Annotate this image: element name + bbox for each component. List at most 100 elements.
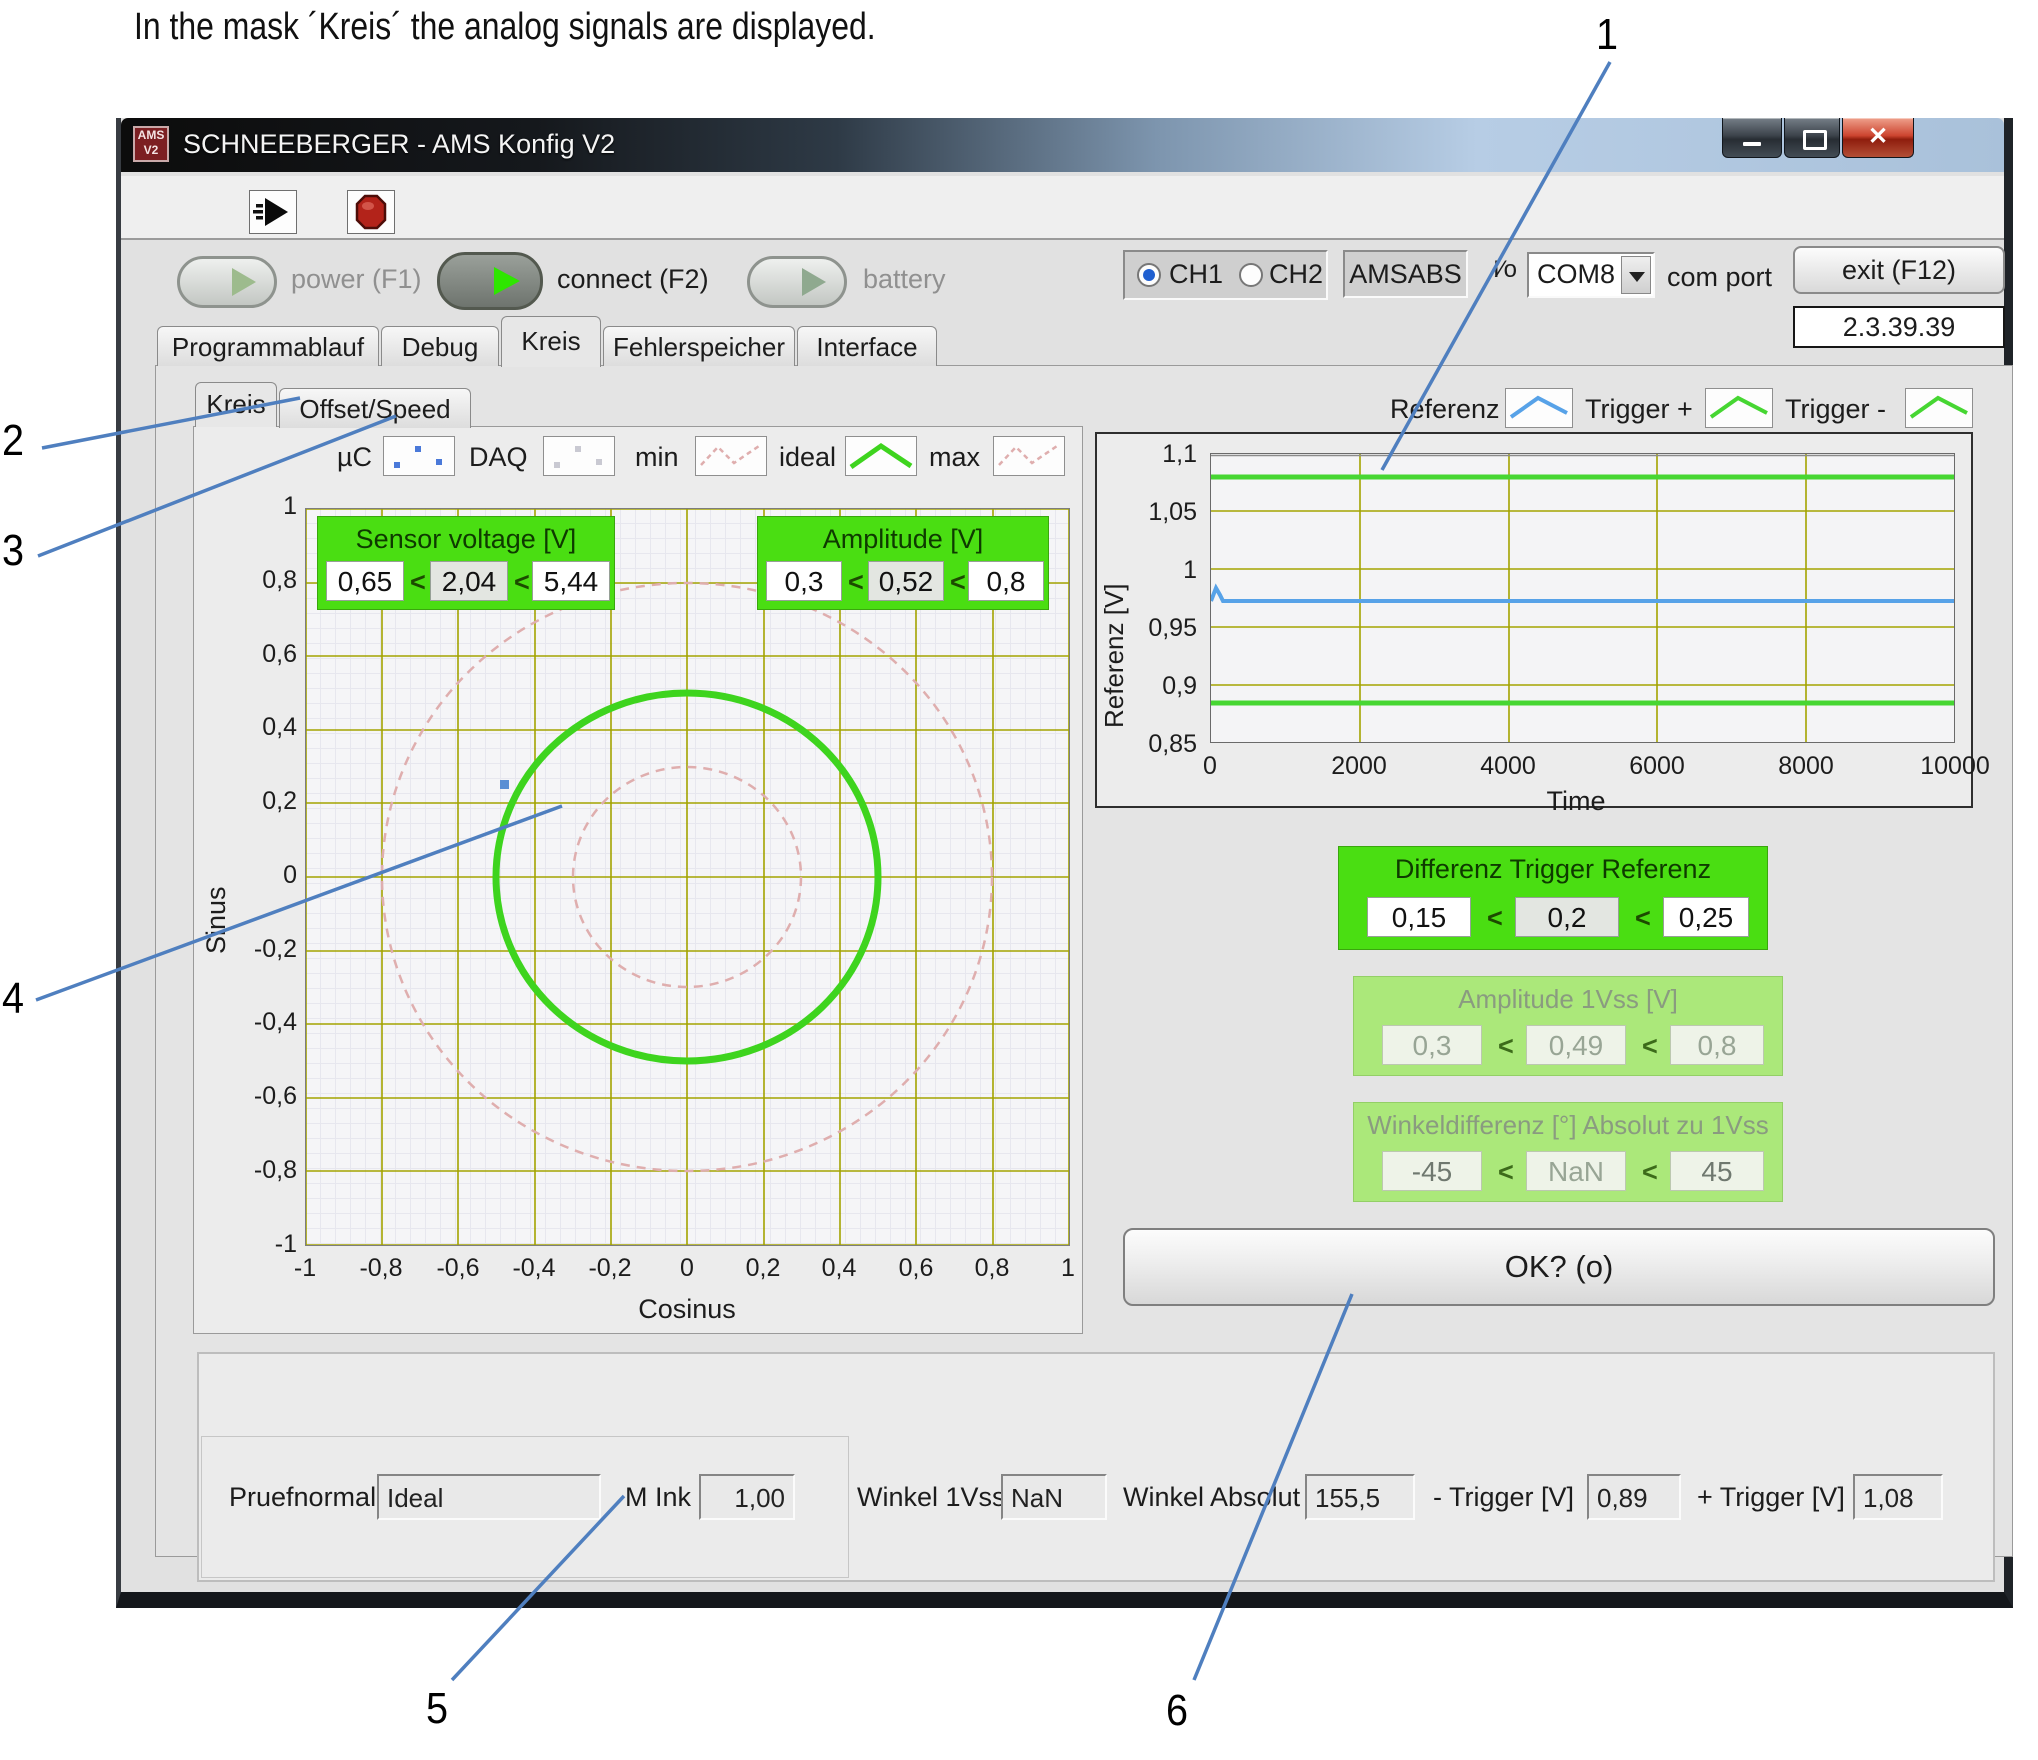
channel-radio-group: CH1 CH2	[1123, 250, 1328, 300]
lt-symbol: <	[1642, 1031, 1658, 1062]
close-button[interactable]: ✕	[1842, 118, 1914, 158]
sensor-voltage-min[interactable]: 0,65	[326, 561, 404, 601]
tab-fehlerspeicher[interactable]: Fehlerspeicher	[603, 326, 795, 366]
legend-daq-icon[interactable]	[543, 436, 615, 476]
device-display: AMSABS	[1343, 250, 1468, 298]
winkeldifferenz-min: -45	[1382, 1151, 1482, 1191]
ref-plot-svg	[1211, 454, 1954, 742]
sensor-voltage-value: 2,04	[430, 561, 508, 601]
ref-xtick: 8000	[1756, 752, 1856, 781]
legend-trigger-minus-label: Trigger -	[1785, 394, 1886, 425]
diff-trigger-max[interactable]: 0,25	[1663, 897, 1749, 937]
com-port-select[interactable]: COM8	[1527, 252, 1655, 298]
lt-symbol: <	[1487, 903, 1503, 934]
legend-max-label: max	[929, 442, 980, 473]
ref-xtick: 10000	[1905, 752, 2005, 781]
amplitude-max[interactable]: 0,8	[968, 561, 1044, 601]
radio-ch1-dot	[1143, 269, 1155, 281]
xy-ytick: -0,4	[237, 1008, 297, 1037]
com-port-value: COM8	[1529, 259, 1623, 290]
diff-trigger-title: Differenz Trigger Referenz	[1339, 854, 1767, 885]
xy-xtick: -0,6	[418, 1254, 498, 1283]
power-label: power (F1)	[291, 264, 422, 295]
xy-xtick: 0,8	[952, 1254, 1032, 1283]
xy-xtick: 0,2	[723, 1254, 803, 1283]
stop-icon	[348, 191, 394, 233]
tab-interface[interactable]: Interface	[797, 326, 937, 366]
callout-number-2: 2	[2, 416, 24, 466]
amplitude-1vss-max: 0,8	[1670, 1025, 1764, 1065]
legend-daq-label: DAQ	[469, 442, 528, 473]
uc-point	[500, 780, 509, 789]
winkeldifferenz-value: NaN	[1526, 1151, 1626, 1191]
legend-max-icon[interactable]	[993, 436, 1065, 476]
winkel-absolut-label: Winkel Absolut	[1123, 1482, 1300, 1513]
subtab-offset-speed[interactable]: Offset/Speed	[279, 388, 471, 428]
legend-trigger-plus-label: Trigger +	[1585, 394, 1693, 425]
legend-min-icon[interactable]	[695, 436, 767, 476]
tab-debug[interactable]: Debug	[381, 326, 499, 366]
stop-button[interactable]	[347, 190, 395, 234]
battery-toggle[interactable]	[747, 256, 847, 308]
amplitude-panel: Amplitude [V] 0,3 < 0,52 < 0,8	[757, 516, 1049, 610]
winkel-1vss-label: Winkel 1Vss	[857, 1482, 1006, 1513]
legend-min-label: min	[635, 442, 679, 473]
sensor-voltage-max[interactable]: 5,44	[532, 561, 610, 601]
diff-trigger-min[interactable]: 0,15	[1367, 897, 1471, 937]
xy-xtick: 1	[1028, 1254, 1108, 1283]
titlebar: AMS V2 SCHNEEBERGER - AMS Konfig V2 ✕	[121, 118, 2004, 172]
xy-ytick: 0	[237, 861, 297, 890]
xy-ytick: 1	[237, 492, 297, 521]
legend-uc-icon[interactable]	[383, 436, 455, 476]
xy-ytick: 0,8	[237, 566, 297, 595]
diff-trigger-panel: Differenz Trigger Referenz 0,15 < 0,2 < …	[1338, 846, 1768, 950]
subtab-kreis[interactable]: Kreis	[195, 382, 277, 427]
lt-symbol: <	[950, 567, 966, 598]
radio-ch2[interactable]	[1239, 263, 1263, 287]
minimize-icon	[1743, 142, 1761, 146]
referenz-line	[1211, 588, 1954, 601]
lt-symbol: <	[1498, 1157, 1514, 1188]
maximize-button[interactable]	[1784, 118, 1840, 158]
page: In the mask ´Kreis´ the analog signals a…	[0, 0, 2038, 1760]
amplitude-min[interactable]: 0,3	[766, 561, 842, 601]
ref-ytick: 1	[1121, 556, 1197, 585]
connect-toggle[interactable]	[437, 252, 543, 310]
radio-ch1-label: CH1	[1169, 259, 1223, 290]
battery-play-icon	[802, 268, 826, 296]
callout-number-4: 4	[2, 974, 24, 1024]
ref-ylabel: Referenz [V]	[1099, 583, 1130, 728]
run-button[interactable]	[249, 190, 297, 234]
legend-ideal-icon[interactable]	[845, 436, 917, 476]
xy-ytick: 0,4	[237, 713, 297, 742]
ref-xtick: 6000	[1607, 752, 1707, 781]
tab-programmablauf[interactable]: Programmablauf	[157, 326, 379, 366]
legend-trigger-plus-icon[interactable]	[1705, 388, 1773, 428]
sensor-voltage-panel: Sensor voltage [V] 0,65 < 2,04 < 5,44	[317, 516, 615, 610]
winkeldifferenz-max: 45	[1670, 1151, 1764, 1191]
winkel-1vss-field: NaN	[1001, 1474, 1107, 1520]
power-toggle[interactable]	[177, 256, 277, 308]
legend-trigger-minus-icon[interactable]	[1905, 388, 1973, 428]
visa-io-icon: I⁄o	[1493, 256, 1517, 284]
version-display: 2.3.39.39	[1793, 306, 2005, 348]
minimize-button[interactable]	[1722, 118, 1782, 158]
trigger-plus-field: 1,08	[1853, 1474, 1943, 1520]
window-title: SCHNEEBERGER - AMS Konfig V2	[183, 129, 615, 160]
app-window: AMS V2 SCHNEEBERGER - AMS Konfig V2 ✕	[116, 118, 2013, 1608]
exit-button[interactable]: exit (F12)	[1793, 246, 2005, 294]
toolbar	[121, 176, 2004, 240]
radio-ch1[interactable]	[1137, 263, 1161, 287]
com-port-dropdown-button[interactable]	[1621, 256, 1651, 294]
chevron-down-icon	[1629, 272, 1645, 282]
pruefnormal-field[interactable]: Ideal	[377, 1474, 601, 1520]
lt-symbol: <	[848, 567, 864, 598]
legend-referenz-icon[interactable]	[1505, 388, 1573, 428]
tab-kreis[interactable]: Kreis	[501, 316, 601, 367]
ref-ytick: 1,1	[1121, 440, 1197, 469]
xy-xtick: 0,6	[876, 1254, 956, 1283]
legend-referenz-label: Referenz	[1390, 394, 1500, 425]
legend-uc-label: µC	[337, 442, 372, 473]
com-port-label: com port	[1667, 262, 1772, 293]
ok-button[interactable]: OK? (o)	[1123, 1228, 1995, 1306]
